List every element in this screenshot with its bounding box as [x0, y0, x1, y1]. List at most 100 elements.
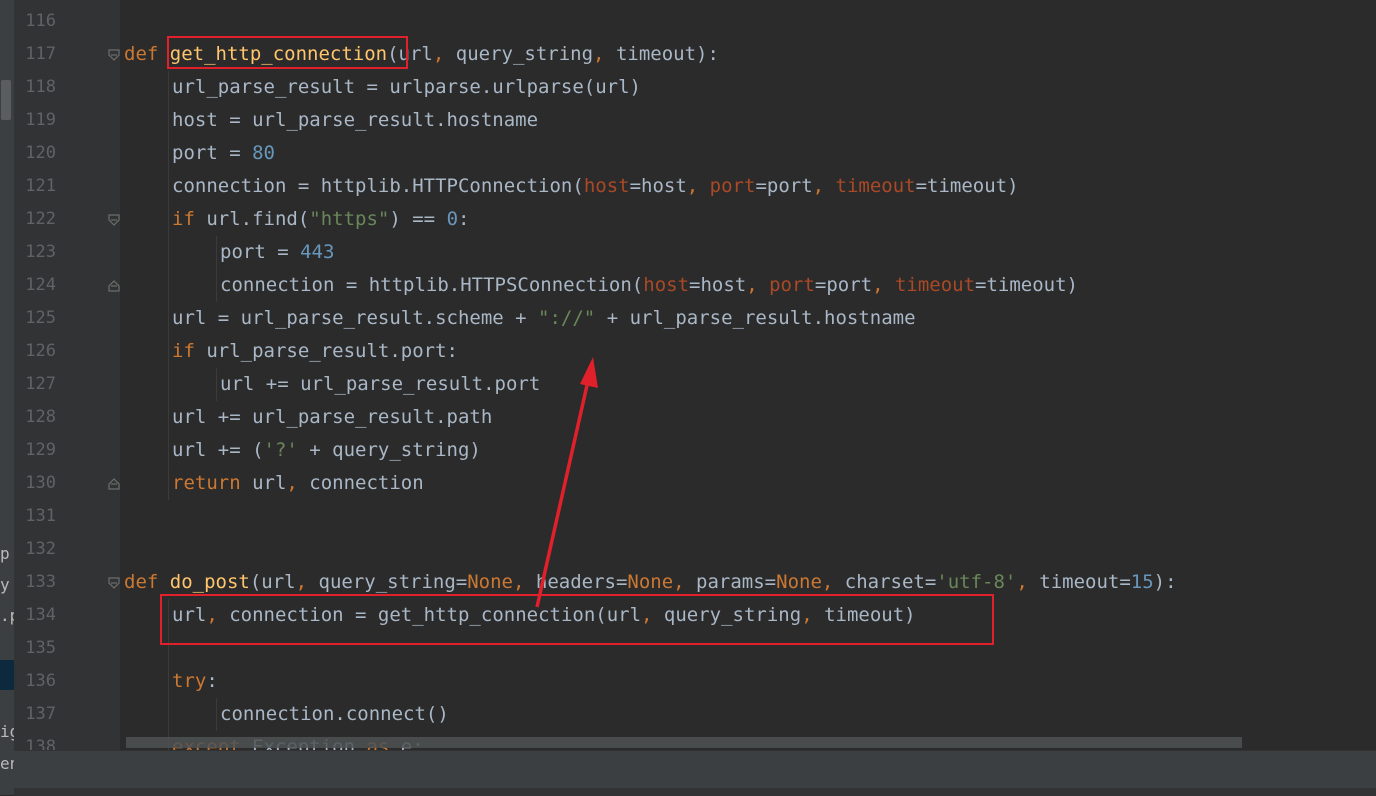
indent-guide	[216, 236, 217, 302]
code-line[interactable]: connection.connect()	[220, 698, 449, 731]
line-number: 130	[25, 473, 56, 493]
code-line[interactable]: url_parse_result = urlparse.urlparse(url…	[172, 71, 641, 104]
highlight-function-call	[160, 594, 994, 645]
code-token: timeout	[894, 274, 976, 296]
code-token: ,	[872, 274, 895, 296]
code-token: params=	[696, 571, 777, 593]
line-number: 135	[25, 638, 56, 658]
panel-scrollbar[interactable]	[1, 80, 11, 120]
line-number: 124	[25, 275, 56, 295]
code-token: 15	[1130, 571, 1154, 593]
code-line[interactable]: port = 80	[172, 137, 275, 170]
code-token: 0	[446, 208, 459, 230]
code-token: connection	[309, 472, 424, 494]
code-token: port =	[220, 241, 301, 263]
code-line[interactable]: return url, connection	[172, 467, 424, 500]
line-number: 119	[25, 110, 56, 130]
code-line[interactable]: try:	[172, 665, 218, 698]
code-line[interactable]: url += ('?' + query_string)	[172, 434, 481, 467]
code-token: ,	[746, 274, 770, 296]
line-number: 132	[25, 539, 56, 559]
code-line[interactable]: port = 443	[220, 236, 334, 269]
project-panel-edge: p y .p ig en	[0, 0, 14, 795]
code-token: None	[776, 571, 822, 593]
code-token: "://"	[538, 307, 596, 329]
code-token: + query_string)	[297, 439, 481, 461]
highlight-function-name	[167, 36, 408, 69]
code-token: =timeout)	[915, 175, 1019, 197]
fold-open-icon[interactable]	[108, 214, 120, 226]
code-token: try	[172, 670, 207, 692]
code-token: + url_parse_result.hostname	[595, 307, 916, 329]
code-line[interactable]: url += url_parse_result.path	[172, 401, 492, 434]
code-token: headers=	[535, 571, 628, 593]
code-token: charset=	[844, 571, 937, 593]
code-token: url += (	[172, 439, 264, 461]
code-token: =port	[814, 274, 873, 296]
code-line[interactable]: connection = httplib.HTTPSConnection(hos…	[220, 269, 1078, 302]
indent-guide	[168, 71, 169, 500]
line-number: 129	[25, 440, 56, 460]
line-number: 134	[25, 605, 56, 625]
fold-open-icon[interactable]	[108, 49, 120, 61]
code-token: ,	[812, 175, 836, 197]
indent-guide	[216, 698, 217, 731]
code-token: =port	[755, 175, 813, 197]
line-number: 120	[25, 143, 56, 163]
bottom-panel	[14, 750, 1376, 796]
code-token: =host	[689, 274, 747, 296]
code-token: 443	[300, 241, 335, 263]
code-line[interactable]: url += url_parse_result.port	[220, 368, 540, 401]
code-token: =timeout)	[975, 274, 1078, 296]
code-token: ,	[593, 43, 616, 65]
code-token: port	[709, 175, 756, 197]
sidebar-fragment[interactable]: .p	[0, 606, 14, 625]
line-number: 122	[25, 209, 56, 229]
code-token: ,	[286, 472, 310, 494]
code-token: 'utf-8'	[936, 571, 1017, 593]
code-line[interactable]: host = url_parse_result.hostname	[172, 104, 538, 137]
fold-open-icon[interactable]	[108, 577, 120, 589]
code-token: if	[172, 340, 207, 362]
code-token: host = url_parse_result.hostname	[172, 109, 539, 131]
code-token: url += url_parse_result.path	[172, 406, 493, 428]
code-token: if	[172, 208, 207, 230]
sidebar-fragment[interactable]: ig	[0, 722, 14, 741]
code-token: host	[643, 274, 690, 296]
sidebar-fragment[interactable]: y	[0, 575, 10, 594]
fold-close-icon[interactable]	[108, 280, 120, 292]
code-token: :	[458, 208, 470, 230]
code-token: ,	[686, 175, 710, 197]
sidebar-fragment[interactable]: en	[0, 754, 14, 773]
code-token: ):	[1153, 571, 1177, 593]
line-number: 128	[25, 407, 56, 427]
line-number: 131	[25, 506, 56, 526]
code-token: '?'	[263, 439, 298, 461]
code-token: query_string=	[318, 571, 468, 593]
horizontal-scrollbar[interactable]	[126, 737, 1242, 748]
code-token: (url	[249, 571, 296, 593]
code-line[interactable]: if url.find("https") == 0:	[172, 203, 469, 236]
code-token: url_parse_result = urlparse.urlparse(url…	[172, 76, 641, 98]
code-token: :	[206, 670, 218, 692]
code-token: return	[172, 472, 253, 494]
code-token: ,	[512, 571, 536, 593]
code-line[interactable]: connection = httplib.HTTPConnection(host…	[172, 170, 1019, 203]
sidebar-lower: ig en	[0, 700, 14, 795]
line-number: 121	[25, 176, 56, 196]
code-token: connection = httplib.HTTPConnection(	[172, 175, 584, 197]
code-line[interactable]: url = url_parse_result.scheme + "://" + …	[172, 302, 916, 335]
code-token: timeout=	[1039, 571, 1131, 593]
code-token: "https"	[309, 208, 390, 230]
code-token: timeout	[835, 175, 916, 197]
code-token: port =	[172, 142, 253, 164]
code-token: ,	[673, 571, 697, 593]
line-number: 116	[25, 11, 56, 31]
code-token: url.find(	[206, 208, 310, 230]
fold-close-icon[interactable]	[108, 478, 120, 490]
code-token: url_parse_result.port:	[206, 340, 458, 362]
code-token: ,	[821, 571, 845, 593]
code-token: None	[467, 571, 513, 593]
code-line[interactable]: if url_parse_result.port:	[172, 335, 458, 368]
sidebar-fragment[interactable]: p	[0, 544, 10, 563]
